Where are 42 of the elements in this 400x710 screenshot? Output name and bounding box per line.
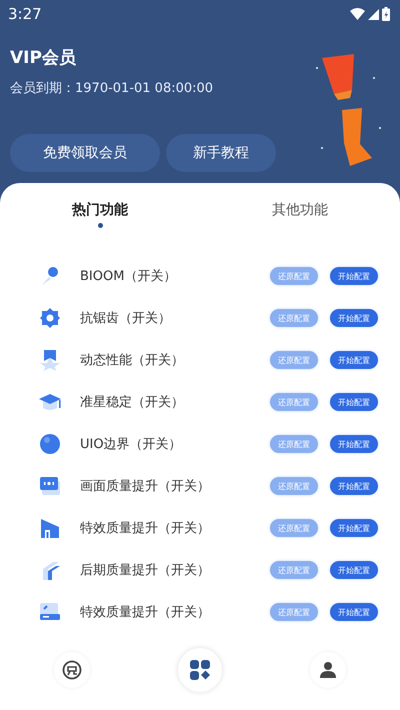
settings-icon — [39, 307, 61, 329]
feature-name: 特效质量提升（开关） — [80, 520, 211, 537]
monitor-icon — [39, 475, 61, 497]
feature-name: 动态性能（开关） — [80, 352, 185, 369]
nav-tab[interactable] — [178, 648, 222, 692]
nav-tab[interactable] — [54, 652, 90, 688]
start-config-button[interactable]: 开始配置 — [330, 393, 378, 411]
tutorial-button[interactable]: 新手教程 — [166, 134, 276, 172]
feature-name: BIOOM（开关） — [80, 268, 178, 285]
feature-name: 特效质量提升（开关） — [80, 604, 211, 621]
start-config-button[interactable]: 开始配置 — [330, 309, 378, 327]
start-config-button[interactable]: 开始配置 — [330, 519, 378, 537]
badge-icon — [62, 660, 82, 680]
circle-icon — [39, 433, 61, 455]
start-config-button[interactable]: 开始配置 — [330, 561, 378, 579]
feature-name: 画面质量提升（开关） — [80, 478, 211, 495]
user-icon — [319, 661, 337, 679]
start-config-button[interactable]: 开始配置 — [330, 435, 378, 453]
wifi-icon — [350, 8, 365, 20]
status-time: 3:27 — [8, 5, 42, 23]
expiry-text: 会员到期：1970-01-01 08:00:00 — [10, 81, 214, 96]
battery-icon — [382, 7, 390, 21]
start-config-button[interactable]: 开始配置 — [330, 477, 378, 495]
card-icon — [38, 601, 62, 623]
tab[interactable]: 热门功能 — [0, 201, 200, 245]
start-config-button[interactable]: 开始配置 — [330, 603, 378, 621]
feature-name: 抗锯齿（开关） — [80, 310, 172, 327]
building-icon — [39, 517, 61, 539]
nav-tab[interactable] — [310, 652, 346, 688]
feature-name: UIO边界（开关） — [80, 436, 183, 453]
feature-name: 后期质量提升（开关） — [80, 562, 211, 579]
tab[interactable]: 其他功能 — [200, 201, 400, 245]
apps-icon — [189, 659, 211, 681]
start-config-button[interactable]: 开始配置 — [330, 267, 378, 285]
feature-name: 准星稳定（开关） — [80, 394, 185, 411]
free-vip-button[interactable]: 免费领取会员 — [10, 134, 160, 172]
start-config-button[interactable]: 开始配置 — [330, 351, 378, 369]
ribbon-star-icon — [39, 349, 61, 371]
graduation-cap-icon — [38, 391, 62, 413]
pin-icon — [39, 265, 61, 287]
signal-icon — [368, 8, 379, 20]
vip-title: VIP会员 — [10, 47, 76, 69]
